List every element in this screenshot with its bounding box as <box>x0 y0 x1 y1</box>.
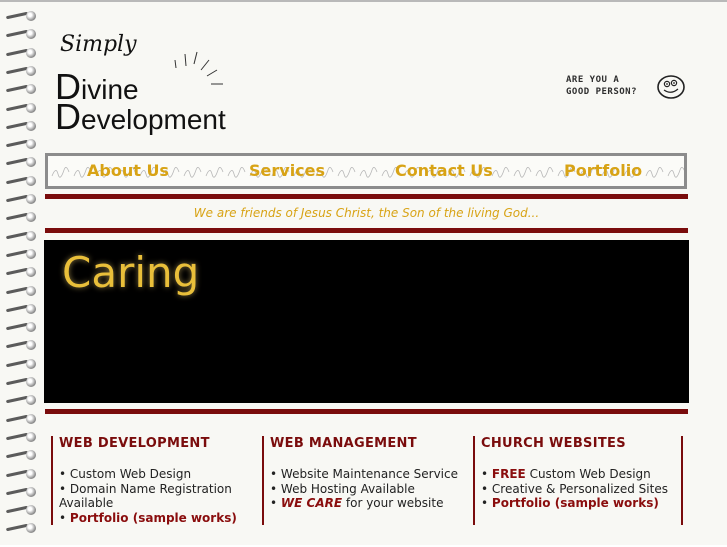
spiral-ring <box>5 138 38 150</box>
good-person-line1: ARE YOU A <box>566 75 620 85</box>
column-title: WEB MANAGEMENT <box>270 436 417 451</box>
flourish-mark <box>337 167 356 178</box>
spiral-ring <box>5 303 38 315</box>
spiral-binding <box>0 10 44 547</box>
spiral-ring <box>5 65 38 77</box>
flourish-mark <box>205 167 224 178</box>
column-divider <box>473 436 475 525</box>
column-web-management: WEB MANAGEMENT • Website Maintenance Ser… <box>270 436 482 511</box>
nav-portfolio[interactable]: Portfolio <box>564 161 642 180</box>
column-divider <box>51 436 53 525</box>
page: Simply Divine Development ARE YOU A GOOD… <box>0 0 727 545</box>
list-item: • Website Maintenance Service <box>270 467 458 481</box>
spiral-ring <box>5 449 38 461</box>
spiral-ring <box>5 120 38 132</box>
logo-rays-icon <box>174 51 223 85</box>
spiral-ring <box>5 230 38 242</box>
column-divider <box>262 436 264 525</box>
divider-rule-top <box>45 194 688 199</box>
spiral-ring <box>5 28 38 40</box>
tagline: We are friends of Jesus Christ, the Son … <box>193 206 540 220</box>
spiral-ring <box>5 175 38 187</box>
portfolio-link[interactable]: Portfolio (sample works) <box>70 511 237 525</box>
service-list: • FREE Custom Web Design • Creative & Pe… <box>481 467 693 511</box>
portfolio-link[interactable]: Portfolio (sample works) <box>492 496 659 510</box>
smiley-face-icon[interactable] <box>656 74 686 100</box>
service-list: • Custom Web Design • Domain Name Regist… <box>59 467 271 525</box>
spiral-ring <box>5 486 38 498</box>
logo-development: Development <box>55 96 226 138</box>
spiral-ring <box>5 504 38 516</box>
flourish-mark <box>645 167 664 178</box>
logo-development-cap: D <box>55 96 81 137</box>
spiral-ring <box>5 468 38 480</box>
spiral-ring <box>5 431 38 443</box>
spiral-ring <box>5 211 38 223</box>
list-item: • FREE Custom Web Design <box>481 467 651 481</box>
nav-about-us[interactable]: About Us <box>87 161 169 180</box>
spiral-ring <box>5 376 38 388</box>
spiral-ring <box>5 522 38 534</box>
nav-contact-us[interactable]: Contact Us <box>395 161 493 180</box>
list-item: • Portfolio (sample works) <box>59 510 237 525</box>
site-logo[interactable]: Simply Divine Development <box>55 32 315 137</box>
column-title: WEB DEVELOPMENT <box>59 436 210 451</box>
list-item: • Creative & Personalized Sites <box>481 481 668 496</box>
good-person-link[interactable]: ARE YOU A GOOD PERSON? <box>566 74 637 98</box>
spiral-ring <box>5 83 38 95</box>
flourish-mark <box>535 167 554 178</box>
spiral-ring <box>5 156 38 168</box>
spiral-ring <box>5 394 38 406</box>
column-title: CHURCH WEBSITES <box>481 436 626 451</box>
list-item: • Web Hosting Available <box>270 481 415 496</box>
logo-development-rest: evelopment <box>81 104 226 135</box>
hero-banner-word: Caring <box>62 248 200 297</box>
nav-services[interactable]: Services <box>249 161 325 180</box>
spiral-ring <box>5 266 38 278</box>
divider-rule-tagline <box>45 228 688 233</box>
list-item: • Portfolio (sample works) <box>481 496 659 510</box>
flourish-mark <box>227 167 246 178</box>
spiral-ring <box>5 358 38 370</box>
flourish-mark <box>359 167 378 178</box>
list-item: • Domain Name Registration Available <box>59 481 232 511</box>
divider-rule-bottom <box>45 409 688 414</box>
spiral-ring <box>5 102 38 114</box>
spiral-ring <box>5 193 38 205</box>
spiral-ring <box>5 10 38 22</box>
flourish-mark <box>491 167 510 178</box>
logo-simply: Simply <box>60 32 137 57</box>
spiral-ring <box>5 248 38 260</box>
column-divider <box>681 436 683 525</box>
column-web-development: WEB DEVELOPMENT • Custom Web Design • Do… <box>59 436 271 525</box>
column-church-websites: CHURCH WEBSITES • FREE Custom Web Design… <box>481 436 693 511</box>
service-list: • Website Maintenance Service • Web Host… <box>270 467 482 511</box>
spiral-ring <box>5 285 38 297</box>
flourish-mark <box>513 167 532 178</box>
spiral-ring <box>5 321 38 333</box>
list-item: • Custom Web Design <box>59 467 192 481</box>
spiral-ring <box>5 413 38 425</box>
spiral-ring <box>5 339 38 351</box>
good-person-line2: GOOD PERSON? <box>566 87 638 97</box>
main-nav: About Us Services Contact Us Portfolio <box>45 153 687 189</box>
list-item: • WE CARE for your website <box>270 496 444 510</box>
spiral-ring <box>5 47 38 59</box>
flourish-mark <box>51 167 70 178</box>
flourish-mark <box>667 167 684 178</box>
flourish-mark <box>183 167 202 178</box>
